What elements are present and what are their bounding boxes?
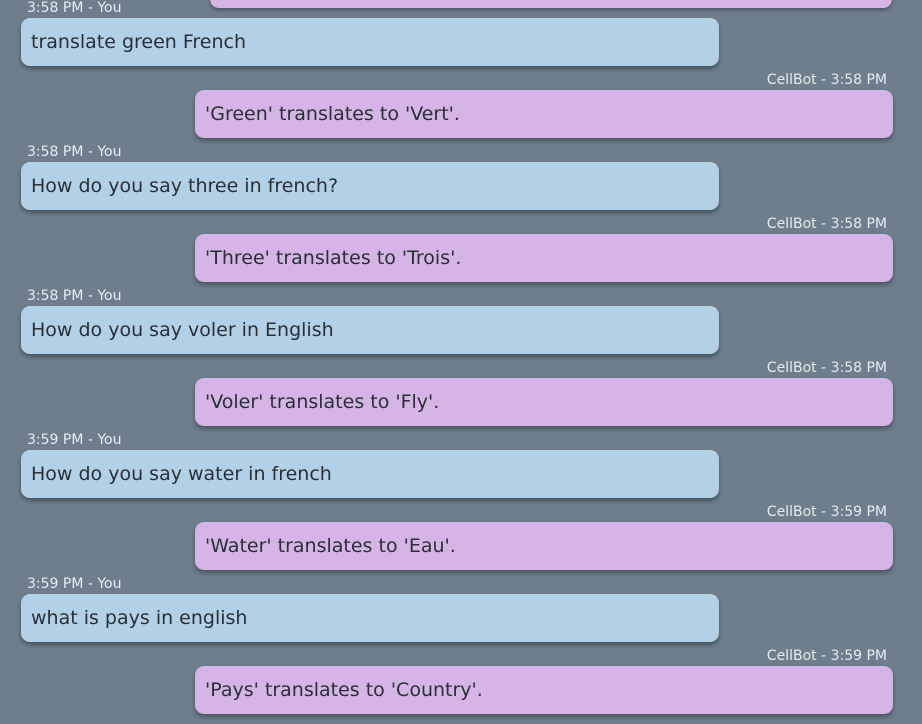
user-message-bubble: what is pays in english bbox=[21, 594, 719, 642]
bot-message: CellBot - 3:59 PM 'Pays' translates to '… bbox=[0, 648, 922, 724]
bot-message: CellBot - 3:59 PM 'Water' translates to … bbox=[0, 504, 922, 580]
bot-message: CellBot - 3:58 PM 'Green' translates to … bbox=[0, 72, 922, 148]
message-meta: CellBot - 3:59 PM bbox=[766, 648, 887, 664]
message-meta: 3:59 PM - You bbox=[27, 432, 122, 448]
bot-message-bubble: 'Green' translates to 'Vert'. bbox=[195, 90, 893, 138]
user-message: 3:58 PM - You How do you say three in fr… bbox=[0, 144, 922, 220]
user-message: 3:59 PM - You what is pays in english bbox=[0, 576, 922, 652]
message-meta: 3:58 PM - You bbox=[27, 144, 122, 160]
user-message: 3:59 PM - You How do you say water in fr… bbox=[0, 432, 922, 508]
user-message-bubble: translate green French bbox=[21, 18, 719, 66]
user-message-bubble: How do you say water in french bbox=[21, 450, 719, 498]
message-meta: CellBot - 3:58 PM bbox=[766, 72, 887, 88]
user-message-bubble: How do you say three in french? bbox=[21, 162, 719, 210]
message-meta: CellBot - 3:59 PM bbox=[766, 504, 887, 520]
bot-message-bubble: 'Water' translates to 'Eau'. bbox=[195, 522, 893, 570]
bot-message: CellBot - 3:58 PM 'Voler' translates to … bbox=[0, 360, 922, 436]
chat-transcript[interactable]: 3:58 PM - You translate green French Cel… bbox=[0, 0, 922, 722]
message-meta: 3:58 PM - You bbox=[27, 288, 122, 304]
bot-message: CellBot - 3:58 PM 'Three' translates to … bbox=[0, 216, 922, 292]
message-meta: 3:59 PM - You bbox=[27, 576, 122, 592]
user-message: 3:58 PM - You How do you say voler in En… bbox=[0, 288, 922, 364]
user-message-bubble: How do you say voler in English bbox=[21, 306, 719, 354]
bot-message-bubble: 'Voler' translates to 'Fly'. bbox=[195, 378, 893, 426]
message-meta: CellBot - 3:58 PM bbox=[766, 360, 887, 376]
bot-message-bubble: 'Pays' translates to 'Country'. bbox=[195, 666, 893, 714]
bot-message-bubble: 'Three' translates to 'Trois'. bbox=[195, 234, 893, 282]
message-meta: 3:58 PM - You bbox=[27, 0, 122, 16]
user-message: 3:58 PM - You translate green French bbox=[0, 0, 922, 76]
message-meta: CellBot - 3:58 PM bbox=[766, 216, 887, 232]
